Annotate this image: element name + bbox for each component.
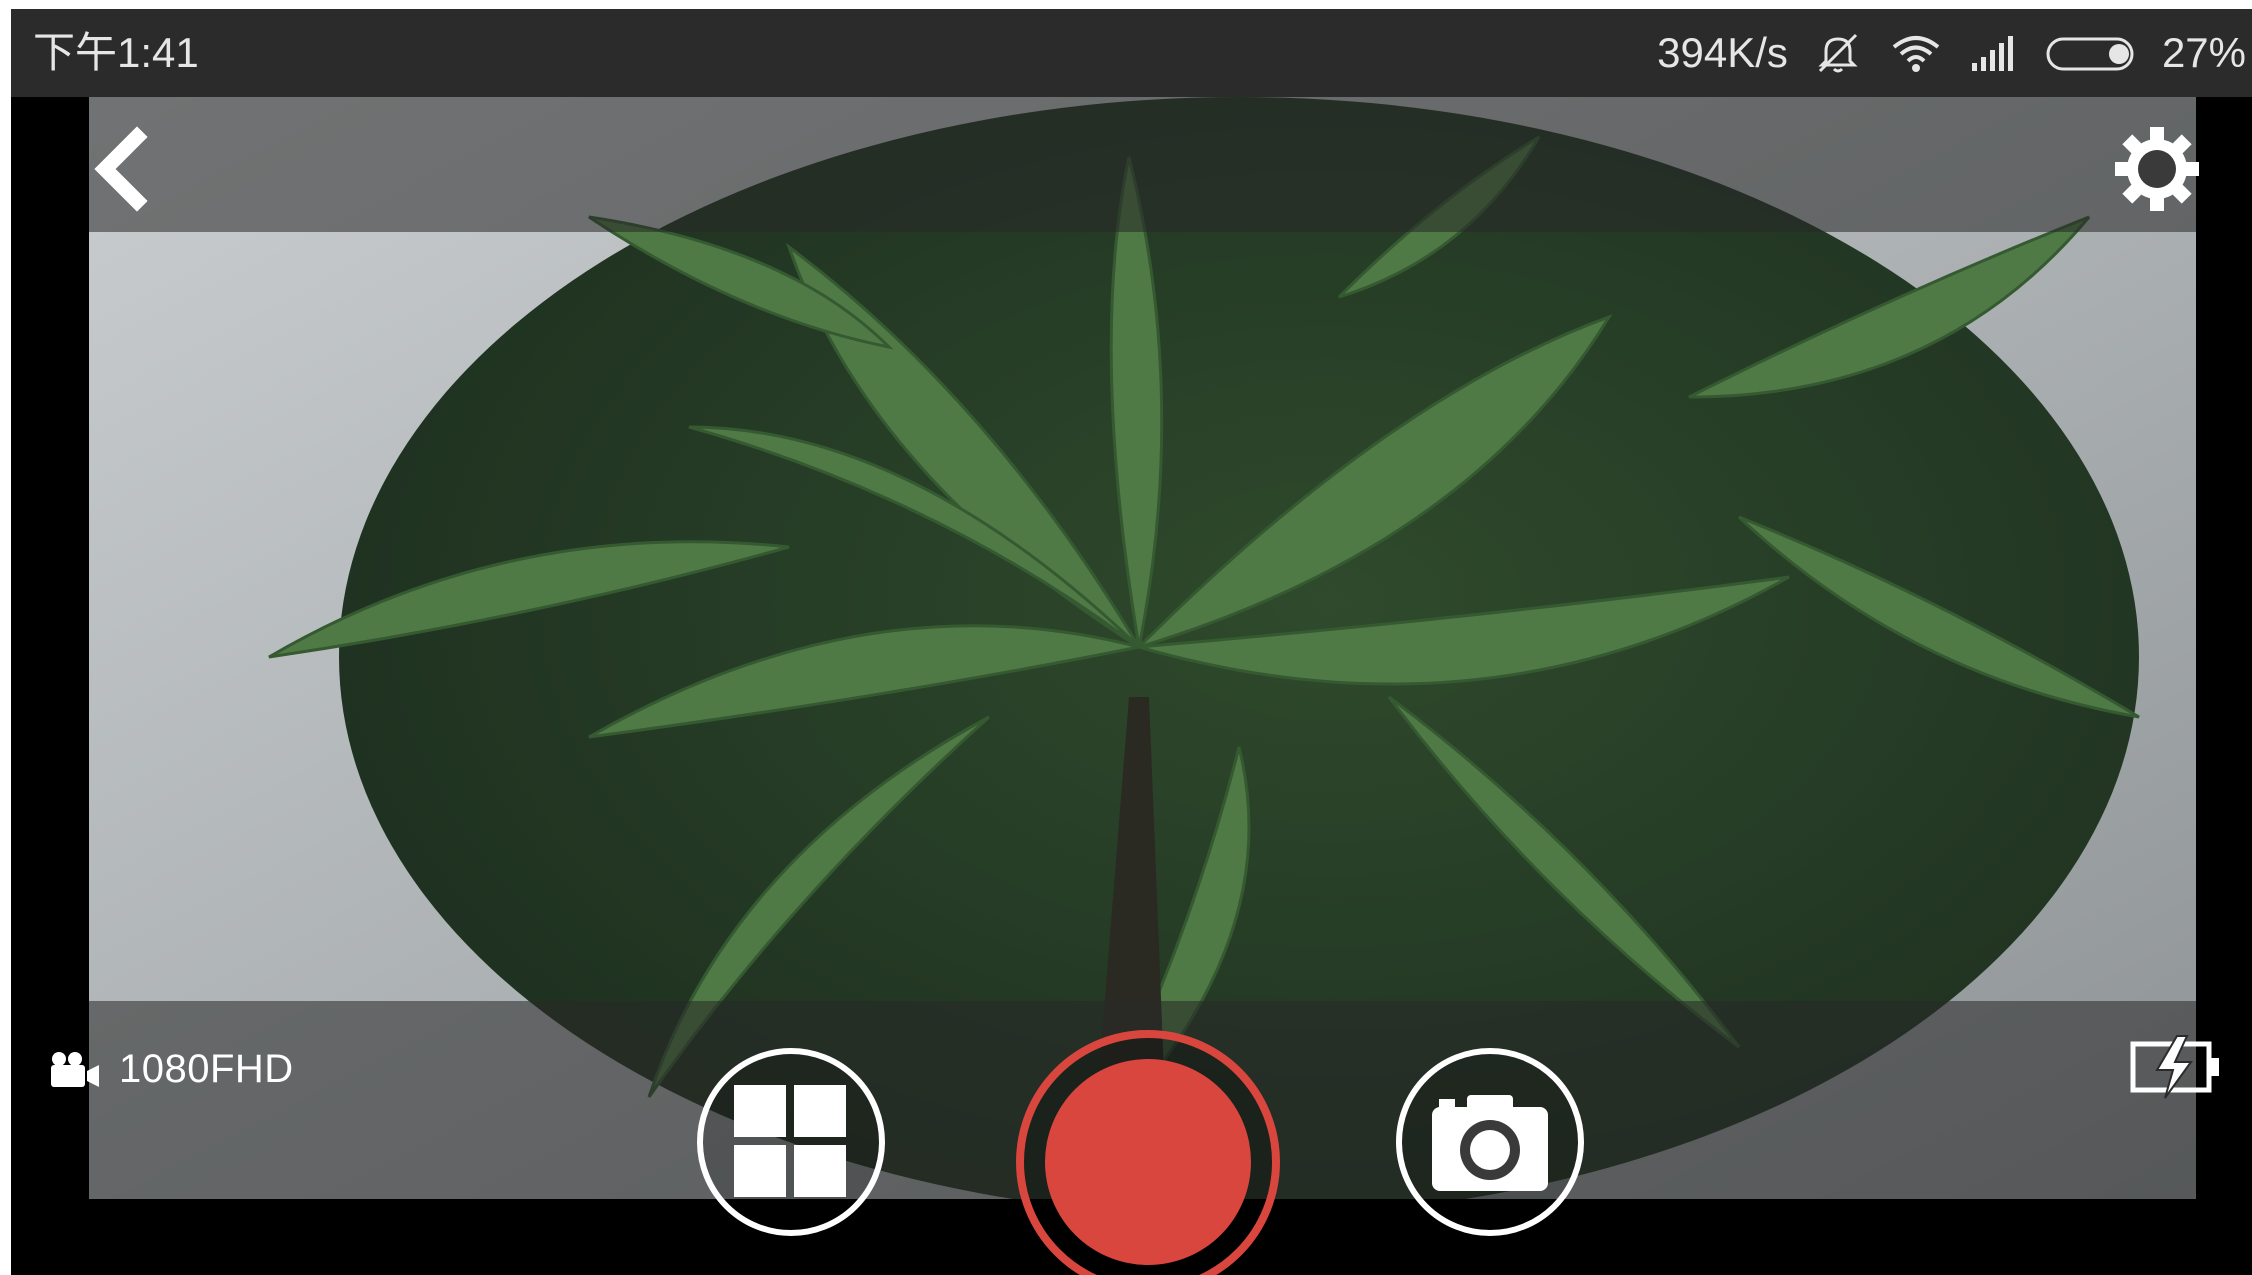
mute-icon bbox=[1818, 33, 1858, 73]
charging-indicator bbox=[2129, 1032, 2225, 1102]
phone-screen: 下午1:41 394K/s 27% 1080FHD bbox=[11, 9, 2252, 1275]
wifi-icon bbox=[1892, 36, 1940, 72]
battery-charging-icon bbox=[2130, 1035, 2219, 1099]
take-photo-button[interactable] bbox=[1395, 1047, 1585, 1237]
resolution-label: 1080FHD bbox=[119, 1046, 294, 1091]
status-time: 下午1:41 bbox=[33, 29, 199, 76]
settings-button[interactable] bbox=[2109, 121, 2205, 217]
battery-icon bbox=[2046, 37, 2134, 71]
top-toolbar bbox=[89, 97, 2196, 232]
grid-icon bbox=[697, 1048, 885, 1236]
record-button[interactable] bbox=[1013, 1027, 1283, 1275]
record-icon bbox=[1016, 1030, 1280, 1275]
resolution-indicator[interactable]: 1080FHD bbox=[47, 1039, 294, 1099]
gallery-button[interactable] bbox=[696, 1047, 886, 1237]
camera-icon bbox=[1396, 1048, 1584, 1236]
signal-icon bbox=[1971, 36, 2013, 71]
back-button[interactable] bbox=[83, 119, 163, 219]
gear-icon bbox=[2115, 127, 2199, 211]
network-speed: 394K/s bbox=[1657, 29, 1788, 76]
chevron-left-icon bbox=[94, 126, 148, 212]
status-bar: 下午1:41 394K/s 27% bbox=[11, 9, 2252, 97]
video-camera-icon bbox=[51, 1052, 99, 1087]
status-right: 394K/s 27% bbox=[1657, 9, 2246, 97]
battery-percent: 27% bbox=[2161, 29, 2246, 76]
